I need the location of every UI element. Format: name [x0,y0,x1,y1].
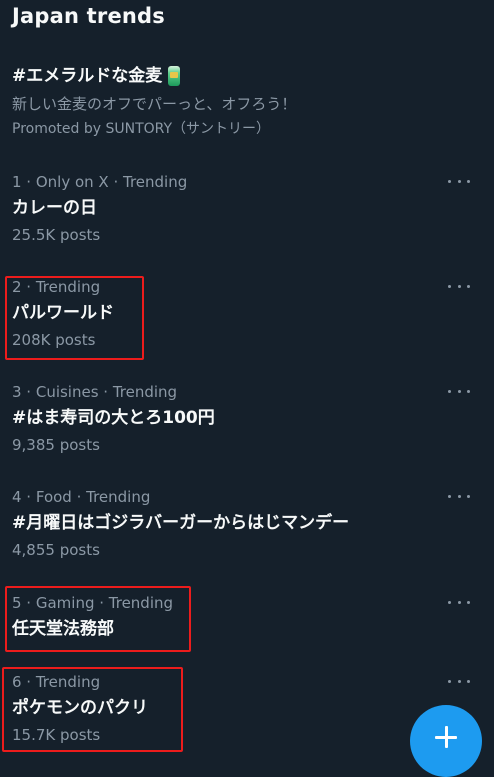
trend-meta: 6 · Trending [12,673,101,691]
trend-item-1[interactable]: 1 · Only on X · Trending カレーの日 25.5K pos… [12,172,482,252]
more-dots-icon[interactable] [448,595,470,609]
trend-meta: 4 · Food · Trending [12,488,151,506]
trend-item-5[interactable]: 5 · Gaming · Trending 任天堂法務部 [12,593,482,673]
trend-meta: 2 · Trending [12,278,101,296]
more-dots-icon[interactable] [448,174,470,188]
trend-post-count: 9,385 posts [12,436,100,454]
trend-name: 任天堂法務部 [12,619,114,639]
trend-item-3[interactable]: 3 · Cuisines · Trending #はま寿司の大とろ100円 9,… [12,382,482,462]
section-title: Japan trends [12,4,165,28]
trend-item-2[interactable]: 2 · Trending パルワールド 208K posts [12,277,482,357]
more-dots-icon[interactable] [448,279,470,293]
compose-button[interactable] [410,705,482,777]
trend-meta: 5 · Gaming · Trending [12,594,174,612]
trend-name: #はま寿司の大とろ100円 [12,408,215,428]
trend-post-count: 25.5K posts [12,226,101,244]
trend-name: パルワールド [12,303,114,323]
trend-meta: 1 · Only on X · Trending [12,173,188,191]
more-dots-icon[interactable] [448,489,470,503]
promoted-trend-title: #エメラルドな金麦 [12,66,163,86]
trend-item-4[interactable]: 4 · Food · Trending #月曜日はゴジラバーガーからはじマンデー… [12,487,482,567]
trend-name: ポケモンのパクリ [12,698,148,718]
trend-post-count: 208K posts [12,331,96,349]
trend-meta: 3 · Cuisines · Trending [12,383,178,401]
promoted-trend[interactable]: #エメラルドな金麦 新しい金麦のオフでパーっと、オフろう！ Promoted b… [12,64,452,140]
trend-post-count: 4,855 posts [12,541,100,559]
promoted-trend-description: 新しい金麦のオフでパーっと、オフろう！ [12,95,297,113]
plus-icon [435,726,457,748]
more-dots-icon[interactable] [448,384,470,398]
trend-post-count: 15.7K posts [12,726,101,744]
more-dots-icon[interactable] [448,674,470,688]
trend-name: #月曜日はゴジラバーガーからはじマンデー [12,513,350,533]
trend-name: カレーの日 [12,198,97,218]
beer-can-icon [168,66,181,86]
promoted-byline: Promoted by SUNTORY（サントリー） [12,121,271,137]
promoted-trend-title-row: #エメラルドな金麦 [12,64,452,88]
